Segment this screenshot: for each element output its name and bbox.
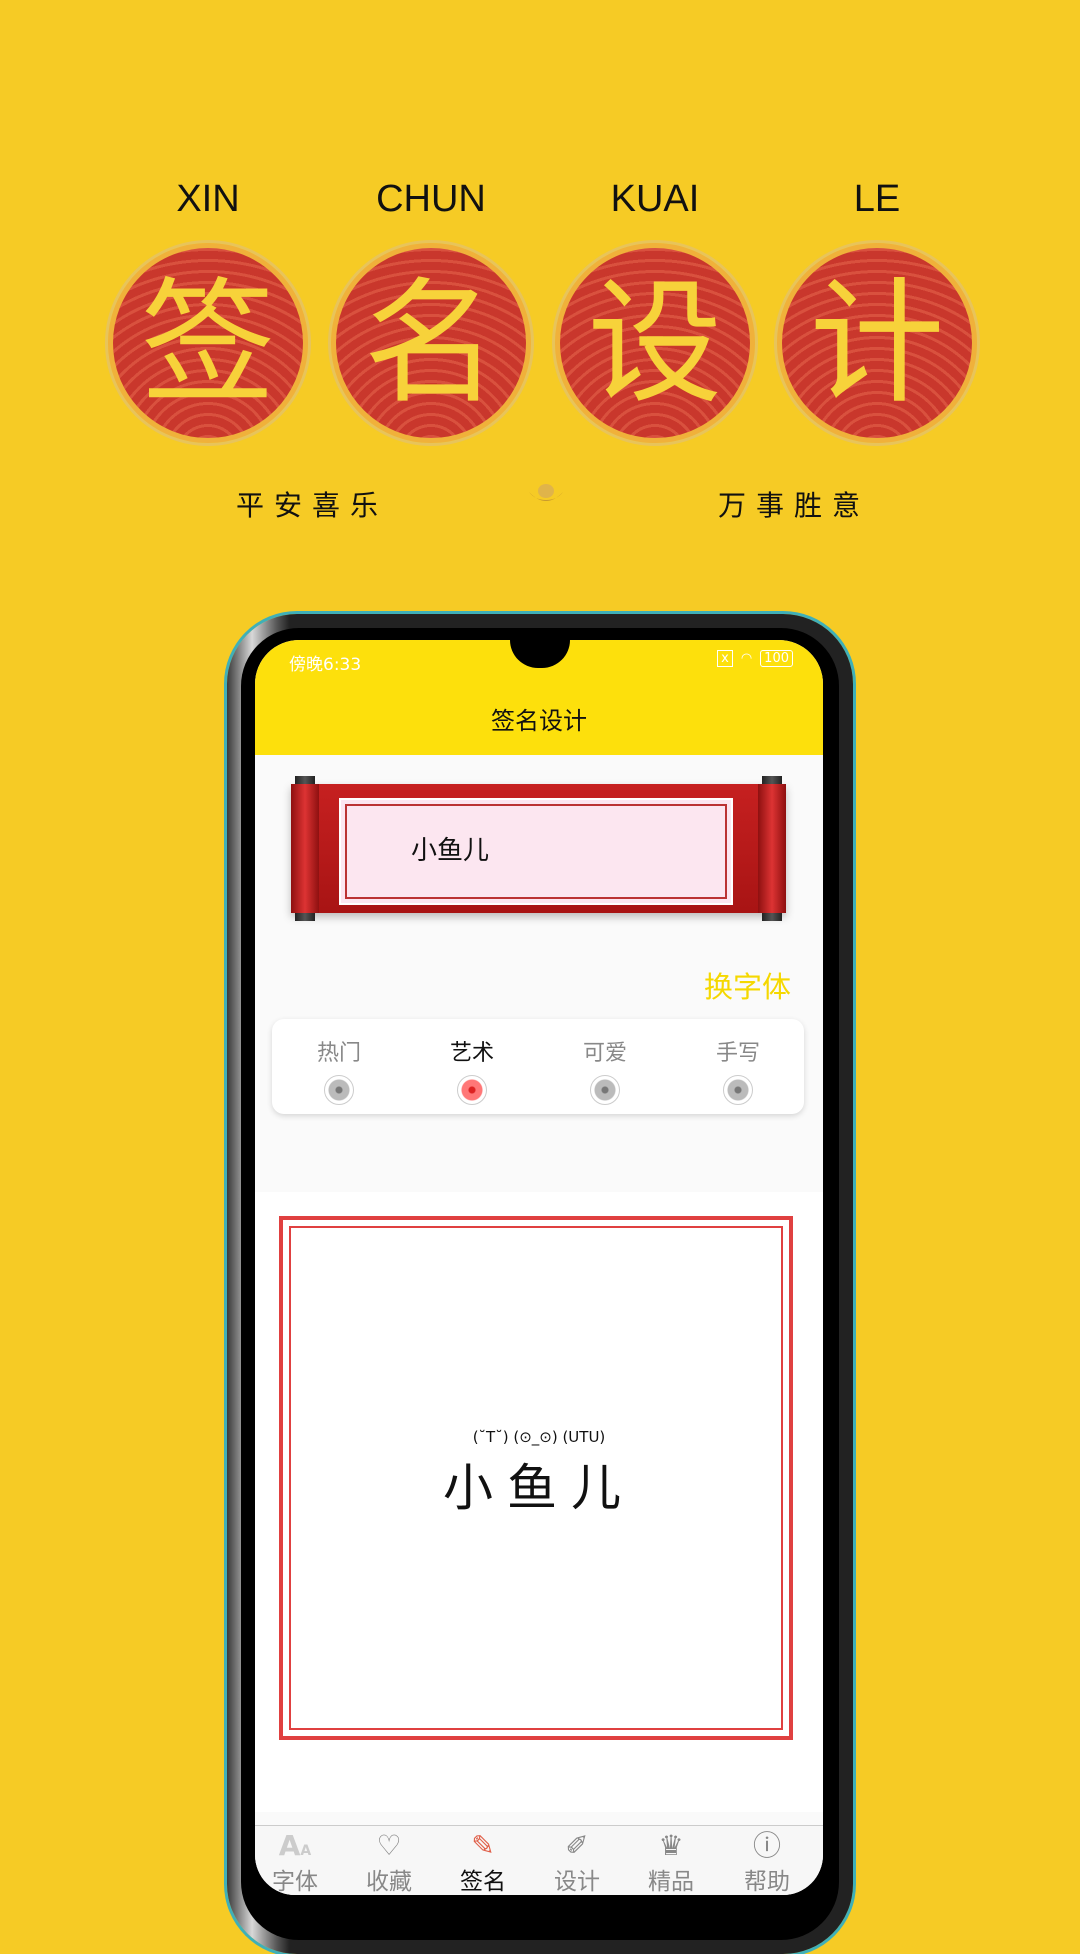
pinyin-1: XIN [176,178,240,220]
flower-icon [324,1075,354,1105]
font-icon: AA [278,1829,312,1862]
right-phrase: 万事胜意 [718,489,871,522]
scroll-roll-right [758,784,786,913]
banner-character-3: 设 [555,243,755,443]
help-icon: ⓘ [752,1829,781,1862]
tab-hot[interactable]: 热门 [279,1035,399,1105]
nav-signature[interactable]: ✎ 签名 [443,1829,523,1896]
app-screen: 傍晚6:33 x ◠ 100 签名设计 小鱼儿 换字体 热门 艺术 可爱 手写 … [255,640,823,1895]
tab-label: 热门 [316,1041,361,1066]
edit-icon: ✎ [471,1829,495,1862]
nav-favorites[interactable]: ♡ 收藏 [349,1829,429,1896]
camera-notch [510,640,570,668]
tab-handwritten[interactable]: 手写 [678,1035,798,1105]
pinyin-4: LE [853,178,901,220]
tab-label: 艺术 [449,1041,494,1066]
app-header: 傍晚6:33 x ◠ 100 签名设计 [255,640,823,755]
change-font-button[interactable]: 换字体 [704,964,791,1006]
status-time: 傍晚6:33 [289,655,362,675]
signature-name: 小鱼儿 [443,1459,635,1517]
preview-name: 小鱼儿 [411,836,490,866]
banner-character-2: 名 [331,243,531,443]
signature-emoticons: (˘T˘) (⊙_⊙) (UTU) [472,1428,606,1446]
flower-icon [723,1075,753,1105]
heart-icon: ♡ [376,1829,402,1862]
status-icons: x ◠ 100 [717,650,793,667]
battery-icon: 100 [760,650,793,667]
nav-label: 收藏 [366,1869,412,1895]
design-tools-icon: ✐ [565,1829,589,1862]
signature-canvas: (˘T˘) (⊙_⊙) (UTU) 小鱼儿 [255,1192,823,1812]
page-title: 签名设计 [491,707,587,735]
name-scroll[interactable]: 小鱼儿 [291,776,786,921]
pinyin-2: CHUN [376,178,486,220]
font-category-tabs: 热门 艺术 可爱 手写 [272,1019,804,1114]
nav-label: 字体 [272,1869,318,1895]
nav-label: 帮助 [744,1869,790,1895]
flower-icon [590,1075,620,1105]
nav-label: 精品 [648,1869,694,1895]
nav-design[interactable]: ✐ 设计 [537,1829,617,1896]
sim-icon: x [717,650,733,667]
tab-label: 手写 [715,1041,760,1066]
tab-cute[interactable]: 可爱 [545,1035,665,1105]
bottom-nav: AA 字体 ♡ 收藏 ✎ 签名 ✐ 设计 ♛ 精品 ⓘ 帮助 [255,1825,823,1895]
crown-icon: ♛ [658,1829,684,1862]
wifi-icon: ◠ [740,651,753,666]
nav-label: 设计 [554,1869,600,1895]
scroll-paper: 小鱼儿 [339,798,733,905]
nav-help[interactable]: ⓘ 帮助 [727,1829,807,1896]
banner-character-1: 签 [108,243,308,443]
left-phrase: 平安喜乐 [236,489,389,522]
scroll-roll-left [291,784,319,913]
nav-premium[interactable]: ♛ 精品 [631,1829,711,1896]
banner-character-4: 计 [777,243,977,443]
tab-art[interactable]: 艺术 [412,1035,532,1105]
pinyin-3: KUAI [610,178,700,220]
nav-label: 签名 [460,1869,506,1895]
tab-label: 可爱 [582,1041,627,1066]
flower-icon [457,1075,487,1105]
gold-ingot-icon [527,482,565,506]
nav-font[interactable]: AA 字体 [255,1829,335,1896]
